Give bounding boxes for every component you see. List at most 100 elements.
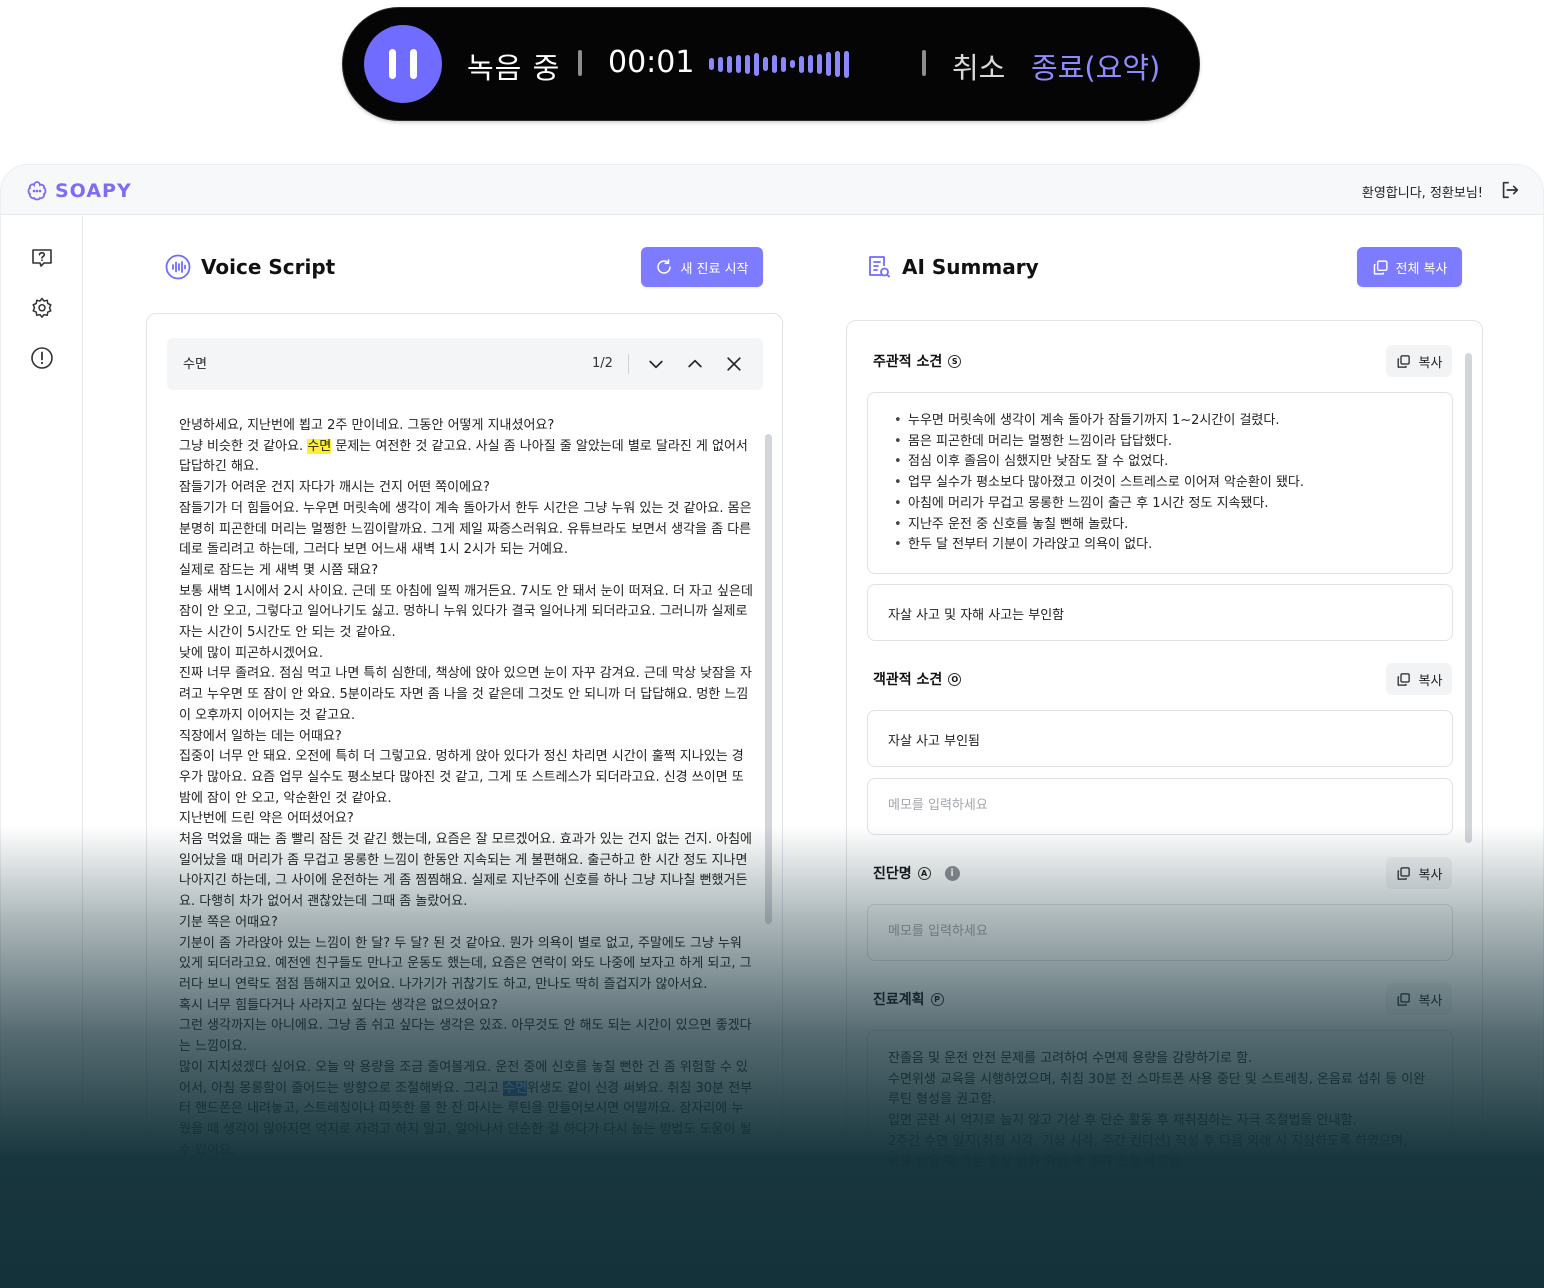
waveform-bar — [727, 55, 732, 73]
objective-title-row: 객관적 소견 O — [873, 669, 962, 689]
divider — [922, 50, 926, 76]
waveform-bar — [772, 55, 777, 73]
ai-summary-panel: 주관적 소견 S 복사 누우면 머릿속에 생각이 계속 돌아가 잠들기까지 1~… — [846, 320, 1483, 1287]
transcript-line: 처음 먹었을 때는 좀 빨리 잠든 것 같긴 했는데, 요즘은 잘 모르겠어요.… — [179, 830, 755, 913]
help-chat-icon[interactable] — [30, 246, 54, 270]
transcript-line: 기분 쪽은 어때요? — [179, 913, 755, 934]
plan-title: 진료계획 — [873, 992, 925, 1008]
transcript-search-bar: 1/2 — [167, 338, 763, 390]
objective-title: 객관적 소견 — [873, 672, 943, 688]
voice-script-title: Voice Script — [201, 255, 336, 279]
subjective-bullet: 아침에 머리가 무겁고 몽롱한 느낌이 출근 후 1시간 정도 지속됐다. — [894, 494, 1452, 515]
new-session-button[interactable]: 새 진료 시작 — [641, 247, 763, 287]
end-and-summarize-button[interactable]: 종료(요약) — [1031, 45, 1160, 87]
copy-label: 복사 — [1418, 673, 1443, 689]
waveform-bar — [754, 52, 759, 76]
transcript-line: 안녕하세요, 지난번에 뵙고 2주 만이네요. 그동안 어떻게 지내셨어요? — [179, 416, 755, 437]
copy-label: 복사 — [1418, 867, 1443, 883]
plan-text-box[interactable]: 잔졸음 및 운전 안전 문제를 고려하여 수면제 용량을 감량하기로 함. 수면위… — [867, 1030, 1453, 1287]
pause-icon-bar — [410, 49, 417, 79]
objective-memo-input[interactable] — [888, 798, 1428, 813]
subjective-bullets-box: 누우면 머릿속에 생각이 계속 돌아가 잠들기까지 1~2시간이 걸렸다.몸은 … — [867, 392, 1453, 574]
info-icon[interactable]: i — [944, 865, 960, 881]
transcript-line: 보통 새벽 1시에서 2시 사이요. 근데 또 아침에 일찍 깨거든요. 7시도… — [179, 582, 755, 644]
subjective-bullet: 업무 실수가 평소보다 많아졌고 이것이 스트레스로 이어져 악순환이 됐다. — [894, 473, 1452, 494]
sidebar — [1, 216, 83, 1287]
alert-circle-icon[interactable] — [30, 346, 54, 370]
transcript-segment: 집중이 너무 안 돼요. 오전에 특히 더 그렇고요. 멍하게 앉아 있다가 정… — [179, 749, 744, 806]
copy-subjective-button[interactable]: 복사 — [1386, 345, 1452, 377]
next-match-chevron-down-icon[interactable] — [646, 354, 666, 374]
cancel-recording-button[interactable]: 취소 — [952, 45, 1005, 87]
waveform-bar — [718, 56, 723, 72]
subjective-bullet-list: 누우면 머릿속에 생각이 계속 돌아가 잠들기까지 1~2시간이 걸렸다.몸은 … — [868, 393, 1452, 556]
transcript-line: 실제로 잠드는 게 새벽 몇 시쯤 돼요? — [179, 561, 755, 582]
transcript-segment: 낮에 많이 피곤하시겠어요. — [179, 645, 323, 661]
new-session-label: 새 진료 시작 — [680, 261, 749, 277]
subjective-note: 자살 사고 및 자해 사고는 부인함 — [888, 608, 1065, 623]
voice-script-header: Voice Script — [165, 254, 335, 280]
transcript-segment: 그런 생각까지는 아니에요. 그냥 좀 쉬고 싶다는 생각은 있죠. 아무것도 … — [179, 1018, 752, 1055]
transcript-line: 잠들기가 더 힘들어요. 누우면 머릿속에 생각이 계속 돌아가서 한두 시간은… — [179, 499, 755, 561]
copy-icon — [1397, 354, 1410, 368]
close-search-icon[interactable] — [724, 354, 744, 374]
transcript-segment: 실제로 잠드는 게 새벽 몇 시쯤 돼요? — [179, 562, 379, 578]
copy-all-button[interactable]: 전체 복사 — [1357, 247, 1462, 287]
transcript-line: 낮에 많이 피곤하시겠어요. — [179, 644, 755, 665]
assessment-memo-box — [867, 904, 1453, 961]
transcript-line: 잠들기가 어려운 건지 자다가 깨시는 건지 어떤 쪽이에요? — [179, 478, 755, 499]
prev-match-chevron-up-icon[interactable] — [685, 354, 705, 374]
subjective-title-row: 주관적 소견 S — [873, 351, 962, 371]
transcript-line: 진짜 너무 졸려요. 점심 먹고 나면 특히 심한데, 책상에 앉아 있으면 눈… — [179, 664, 755, 726]
copy-plan-button[interactable]: 복사 — [1386, 983, 1452, 1015]
transcript-line: 집중이 너무 안 돼요. 오전에 특히 더 그렇고요. 멍하게 앉아 있다가 정… — [179, 747, 755, 809]
divider — [578, 50, 582, 76]
transcript-line: 그냥 비슷한 것 같아요. 수면 문제는 여전한 것 같고요. 사실 좀 나아질… — [179, 437, 755, 478]
waveform-bar — [736, 55, 741, 73]
objective-text-box[interactable]: 자살 사고 부인됨 — [867, 710, 1453, 767]
waveform-bar — [808, 55, 813, 73]
subjective-bullet: 누우면 머릿속에 생각이 계속 돌아가 잠들기까지 1~2시간이 걸렸다. — [894, 411, 1452, 432]
waveform-bar — [826, 52, 831, 76]
assessment-memo-input[interactable] — [888, 924, 1428, 939]
copy-objective-button[interactable]: 복사 — [1386, 663, 1452, 695]
transcript-scrollbar[interactable] — [765, 434, 772, 924]
waveform-bar — [709, 58, 714, 70]
objective-memo-box — [867, 778, 1453, 835]
waveform-bar — [844, 50, 849, 78]
subjective-note-box[interactable]: 자살 사고 및 자해 사고는 부인함 — [867, 584, 1453, 641]
waveform-bar — [790, 60, 795, 68]
transcript-segment: 잠들기가 어려운 건지 자다가 깨시는 건지 어떤 쪽이에요? — [179, 480, 490, 496]
copy-icon — [1397, 866, 1410, 880]
copy-icon — [1373, 259, 1388, 275]
transcript-text: 안녕하세요, 지난번에 뵙고 2주 만이네요. 그동안 어떻게 지내셨어요? 그냥… — [179, 416, 755, 1161]
plan-line: 약물 반응 및 기분 증상 변화 확인 후 추가 조정 예정임. — [888, 1154, 1185, 1170]
pause-button[interactable] — [364, 25, 442, 103]
transcript-search-input[interactable] — [183, 355, 563, 370]
waveform-bar — [817, 54, 822, 74]
document-summary-icon — [869, 256, 890, 278]
copy-assessment-button[interactable]: 복사 — [1386, 857, 1452, 889]
transcript-line: 그런 생각까지는 아니에요. 그냥 좀 쉬고 싶다는 생각은 있죠. 아무것도 … — [179, 1016, 755, 1057]
logo[interactable]: SOAPY — [25, 179, 132, 203]
app-window: SOAPY 환영합니다, 정환보님! Voice Script 새 진료 시작 … — [0, 164, 1544, 1288]
welcome-message: 환영합니다, 정환보님! — [1361, 186, 1483, 201]
plan-badge: P — [930, 992, 944, 1006]
pause-icon-bar — [389, 49, 396, 79]
transcript-line: 지난번에 드린 약은 어떠셨어요? — [179, 809, 755, 830]
transcript-segment: 직장에서 일하는 데는 어때요? — [179, 728, 342, 744]
subjective-bullet: 점심 이후 졸음이 심했지만 낮잠도 잘 수 없었다. — [894, 452, 1452, 473]
assessment-badge: A — [917, 866, 931, 880]
transcript-segment: 기분이 좀 가라앉아 있는 느낌이 한 달? 두 달? 된 것 같아요. 뭔가 … — [179, 935, 752, 992]
settings-gear-icon[interactable] — [30, 296, 54, 320]
copy-icon — [1397, 992, 1410, 1006]
transcript-line: 혹시 너무 힘들다거나 사라지고 싶다는 생각은 없으셨어요? — [179, 996, 755, 1017]
copy-icon — [1397, 672, 1410, 686]
transcript-segment: 안녕하세요, 지난번에 뵙고 2주 만이네요. 그동안 어떻게 지내셨어요? — [179, 418, 555, 433]
summary-scrollbar[interactable] — [1465, 353, 1472, 843]
logout-icon[interactable] — [1499, 179, 1521, 201]
copy-label: 복사 — [1418, 355, 1443, 371]
transcript-line: 많이 지치셨겠다 싶어요. 오늘 약 용량을 조금 줄여볼게요. 운전 중에 신… — [179, 1058, 755, 1162]
transcript-line: 기분이 좀 가라앉아 있는 느낌이 한 달? 두 달? 된 것 같아요. 뭔가 … — [179, 934, 755, 996]
transcript-segment: 기분 쪽은 어때요? — [179, 914, 278, 930]
